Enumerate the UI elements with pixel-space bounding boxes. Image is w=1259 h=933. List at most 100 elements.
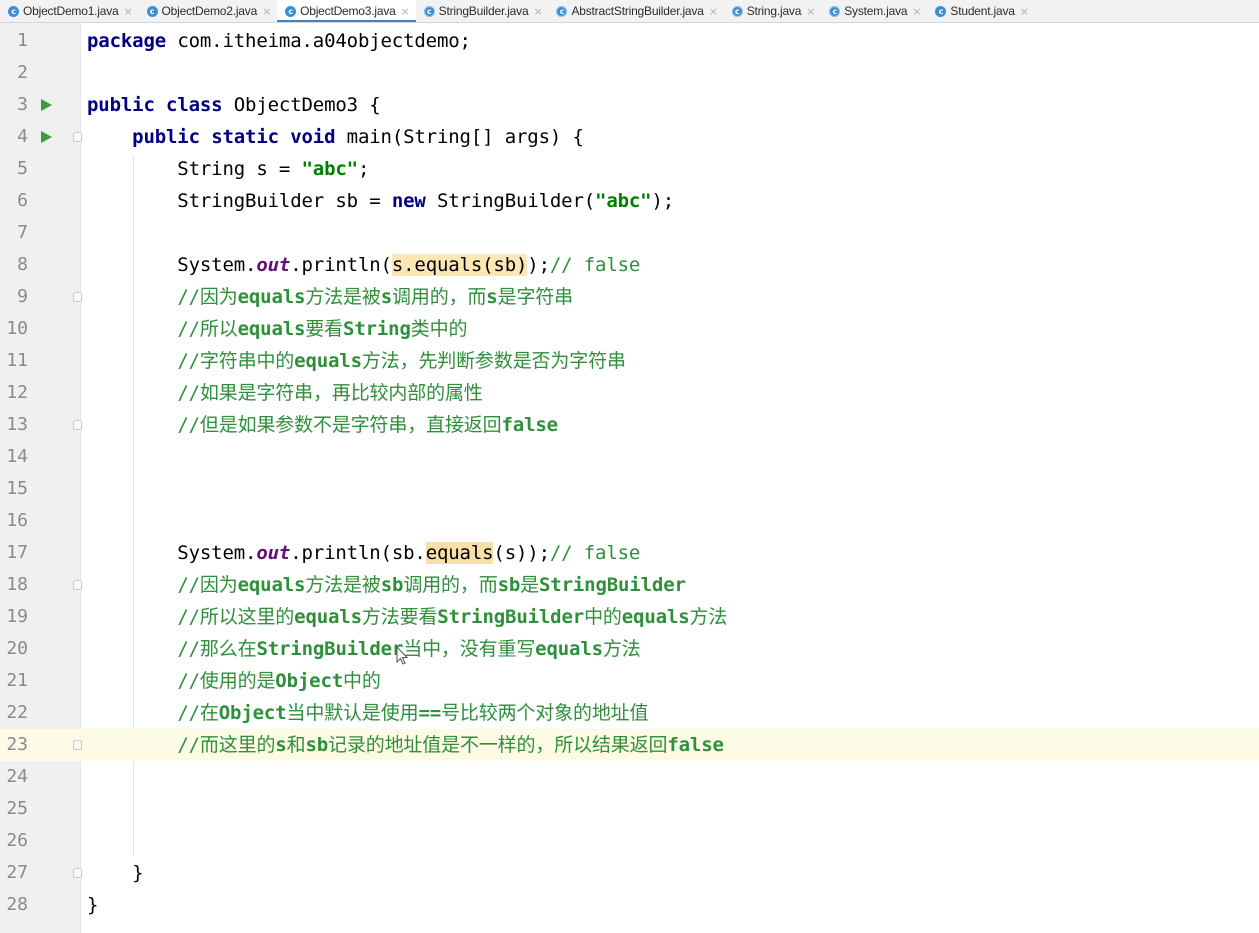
code-line[interactable]: 7: [0, 217, 1259, 249]
code-comment: //字符串中的equals方法，先判断参数是否为字符串: [177, 350, 626, 372]
line-number: 13: [6, 414, 28, 435]
code-line[interactable]: 1 package com.itheima.a04objectdemo;: [0, 25, 1259, 57]
code-line[interactable]: 2: [0, 57, 1259, 89]
code-line[interactable]: 8 System.out.println(s.equals(sb));// fa…: [0, 249, 1259, 281]
tab-label: AbstractStringBuilder.java: [571, 4, 704, 18]
code-line[interactable]: 28}: [0, 889, 1259, 921]
code-line[interactable]: 22 //在Object当中默认是使用==号比较两个对象的地址值: [0, 697, 1259, 729]
code-line[interactable]: 6 StringBuilder sb = new StringBuilder("…: [0, 185, 1259, 217]
code-line[interactable]: 15: [0, 473, 1259, 505]
code-text: }: [87, 889, 98, 921]
code-keyword: class: [166, 94, 223, 116]
code-line[interactable]: 25: [0, 793, 1259, 825]
code-line[interactable]: 18 //因为equals方法是被sb调用的，而sb是StringBuilder: [0, 569, 1259, 601]
code-token: System.: [87, 254, 257, 276]
code-line[interactable]: 16: [0, 505, 1259, 537]
line-number: 19: [6, 606, 28, 627]
code-token: String s =: [87, 158, 302, 180]
code-line[interactable]: 17 System.out.println(sb.equals(s));// f…: [0, 537, 1259, 569]
code-line[interactable]: 23 //而这里的s和sb记录的地址值是不一样的，所以结果返回false: [0, 729, 1259, 761]
class-icon: c: [8, 5, 19, 17]
close-icon[interactable]: ×: [709, 5, 718, 18]
code-line[interactable]: 12 //如果是字符串，再比较内部的属性: [0, 377, 1259, 409]
code-line[interactable]: 21 //使用的是Object中的: [0, 665, 1259, 697]
line-number: 12: [6, 382, 28, 403]
code-text: //因为equals方法是被sb调用的，而sb是StringBuilder: [87, 569, 686, 601]
close-icon[interactable]: ×: [401, 5, 410, 18]
run-icon[interactable]: [41, 99, 52, 111]
class-icon: c: [935, 5, 947, 17]
close-icon[interactable]: ×: [912, 5, 921, 18]
line-number: 10: [6, 318, 28, 339]
close-icon[interactable]: ×: [262, 5, 271, 18]
tab-stringbuilder-java[interactable]: c StringBuilder.java ×: [416, 0, 549, 22]
code-text: public class ObjectDemo3 {: [87, 89, 381, 121]
run-icon[interactable]: [41, 131, 52, 143]
code-editor[interactable]: 1 package com.itheima.a04objectdemo; 2 3 pub…: [0, 23, 1259, 933]
tab-string-java[interactable]: c String.java ×: [724, 0, 822, 22]
fold-icon[interactable]: [73, 132, 82, 142]
code-line[interactable]: 27 }: [0, 857, 1259, 889]
code-text: package com.itheima.a04objectdemo;: [87, 25, 471, 57]
code-line[interactable]: 9 //因为equals方法是被s调用的，而s是字符串: [0, 281, 1259, 313]
code-line[interactable]: 26: [0, 825, 1259, 857]
line-number: 14: [6, 446, 28, 467]
code-token: com.itheima.a04objectdemo;: [166, 30, 471, 52]
code-text: }: [87, 857, 143, 889]
fold-icon[interactable]: [73, 740, 82, 750]
code-line[interactable]: 24: [0, 761, 1259, 793]
fold-icon[interactable]: [73, 292, 82, 302]
tab-label: StringBuilder.java: [438, 4, 529, 18]
code-token: );: [527, 254, 550, 276]
code-token: equals: [425, 542, 494, 564]
tab-label: Student.java: [950, 4, 1015, 18]
code-keyword: package: [87, 30, 167, 52]
tab-system-java[interactable]: c System.java ×: [821, 0, 927, 22]
line-number: 8: [17, 254, 28, 275]
close-icon[interactable]: ×: [124, 5, 133, 18]
code-line[interactable]: 13 //但是如果参数不是字符串，直接返回false: [0, 409, 1259, 441]
code-line[interactable]: 5 String s = "abc";: [0, 153, 1259, 185]
line-number: 26: [6, 830, 28, 851]
tab-student-java[interactable]: c Student.java ×: [927, 0, 1034, 22]
code-token: s.equals(sb): [391, 254, 528, 276]
line-number: 27: [6, 862, 28, 883]
line-number: 28: [6, 894, 28, 915]
close-icon[interactable]: ×: [806, 5, 815, 18]
tab-objectdemo2-java[interactable]: c ObjectDemo2.java ×: [139, 0, 278, 22]
code-token: ObjectDemo3 {: [222, 94, 381, 116]
fold-icon[interactable]: [73, 868, 82, 878]
code-line[interactable]: 11 //字符串中的equals方法，先判断参数是否为字符串: [0, 345, 1259, 377]
line-number: 21: [6, 670, 28, 691]
code-token: (s));: [493, 542, 550, 564]
code-line[interactable]: 20 //那么在StringBuilder当中，没有重写equals方法: [0, 633, 1259, 665]
code-line[interactable]: 3 public class ObjectDemo3 {: [0, 89, 1259, 121]
fold-icon[interactable]: [73, 580, 82, 590]
tab-abstractstringbuilder-java[interactable]: c AbstractStringBuilder.java ×: [548, 0, 723, 22]
line-number: 5: [17, 158, 28, 179]
tab-objectdemo3-java[interactable]: c ObjectDemo3.java ×: [277, 0, 416, 22]
code-comment: //但是如果参数不是字符串，直接返回false: [177, 414, 558, 436]
code-text: //使用的是Object中的: [87, 665, 381, 697]
code-line[interactable]: 19 //所以这里的equals方法要看StringBuilder中的equal…: [0, 601, 1259, 633]
code-token: }: [87, 862, 144, 884]
close-icon[interactable]: ×: [1020, 5, 1029, 18]
code-text: //那么在StringBuilder当中，没有重写equals方法: [87, 633, 640, 665]
code-line[interactable]: 4 public static void main(String[] args)…: [0, 121, 1259, 153]
line-number: 22: [6, 702, 28, 723]
code-comment: // false: [549, 254, 641, 276]
line-number: 18: [6, 574, 28, 595]
code-line[interactable]: 14: [0, 441, 1259, 473]
line-number: 16: [6, 510, 28, 531]
code-comment: //而这里的s和sb记录的地址值是不一样的，所以结果返回false: [177, 734, 724, 756]
line-number: 15: [6, 478, 28, 499]
line-number: 11: [6, 350, 28, 371]
code-line[interactable]: 10 //所以equals要看String类中的: [0, 313, 1259, 345]
close-icon[interactable]: ×: [533, 5, 542, 18]
fold-icon[interactable]: [73, 420, 82, 430]
tab-objectdemo1-java[interactable]: c ObjectDemo1.java ×: [0, 0, 139, 22]
library-class-icon: c: [556, 5, 568, 17]
